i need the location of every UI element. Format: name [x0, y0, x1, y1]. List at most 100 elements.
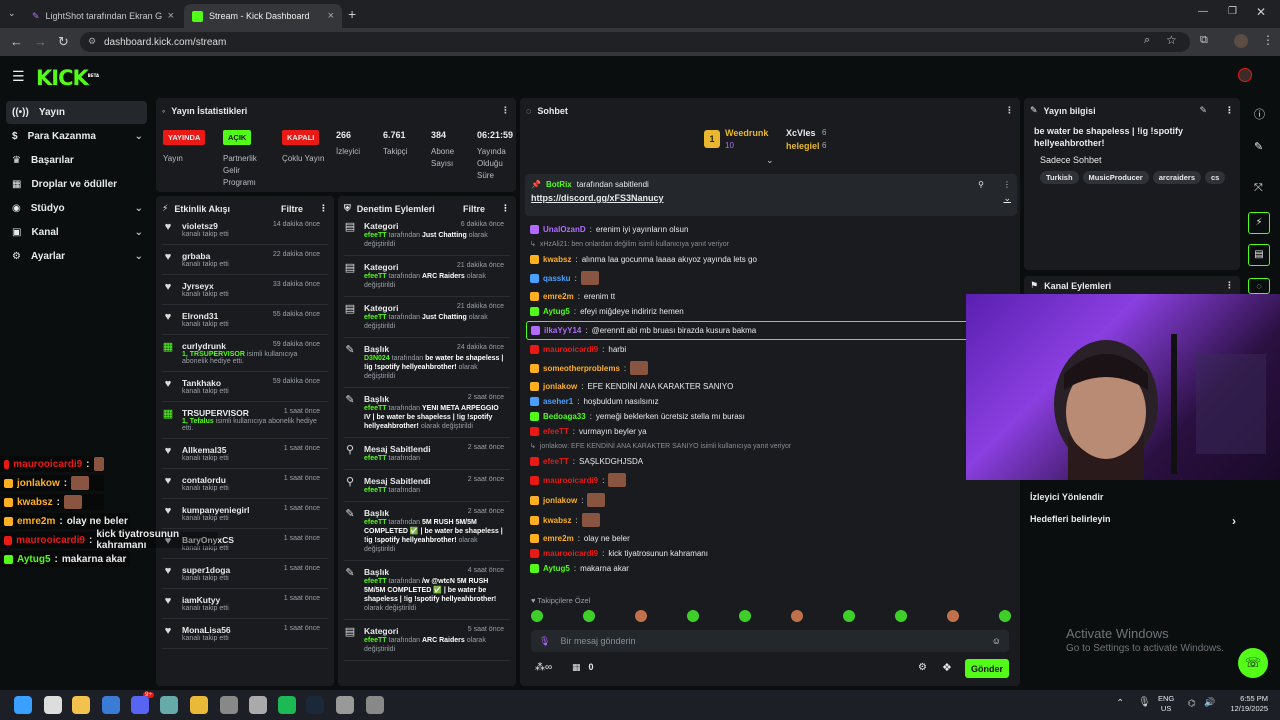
- tab-kick-dashboard[interactable]: Stream - Kick Dashboard ×: [184, 4, 342, 28]
- forward-icon[interactable]: →: [34, 34, 47, 49]
- emote-icon[interactable]: [531, 610, 543, 622]
- emoji-icon[interactable]: ☺: [992, 636, 1001, 646]
- activity-user[interactable]: curlydrunk: [182, 341, 226, 351]
- discord-icon[interactable]: [131, 696, 149, 714]
- chat-message[interactable]: kwabsz:: [520, 513, 970, 527]
- chat-message[interactable]: jonlakow:: [520, 493, 970, 507]
- chat-message[interactable]: aseher1: hoşbuldum nasılsınız: [520, 396, 970, 407]
- app-icon[interactable]: [249, 696, 267, 714]
- obs-icon[interactable]: [366, 696, 384, 714]
- activity-user[interactable]: contalordu: [182, 475, 226, 485]
- chat-username[interactable]: Aytug5: [543, 306, 570, 317]
- chat-message[interactable]: UnalOzanD: erenim iyi yayınların olsun: [520, 224, 970, 235]
- chat-message[interactable]: Aytug5: efeyi miğdeye indiririz hemen: [520, 306, 970, 317]
- support-chat-icon[interactable]: ☏: [1238, 648, 1268, 678]
- user-avatar[interactable]: [1238, 68, 1252, 82]
- language-indicator[interactable]: ENG US: [1158, 694, 1174, 714]
- chat-settings-icon[interactable]: ⚙: [918, 662, 927, 673]
- filter-button[interactable]: Filtre: [281, 204, 303, 214]
- chat-message[interactable]: emre2m: erenim tt: [520, 291, 970, 302]
- chat-message[interactable]: Aytug5: makarna akar: [520, 563, 970, 574]
- tab-search-icon[interactable]: ⌄: [8, 8, 16, 19]
- chat-username[interactable]: kwabsz: [543, 254, 571, 265]
- lightning-icon[interactable]: ⚡: [1248, 212, 1270, 234]
- sidebar-item-kanal[interactable]: ▣ Kanal ⌄: [6, 221, 147, 244]
- emote-icon[interactable]: [895, 610, 907, 622]
- chat-message[interactable]: maurooicardi9:: [520, 473, 970, 487]
- clock[interactable]: 6:55 PM 12/19/2025: [1222, 694, 1268, 714]
- store-icon[interactable]: [102, 696, 120, 714]
- edit-icon[interactable]: ✎: [1199, 105, 1207, 116]
- chat-username[interactable]: qassku: [543, 273, 571, 284]
- raid-targets-link[interactable]: Hedefleri belirleyin ›: [1030, 514, 1236, 528]
- collapse-icon[interactable]: ⌄: [766, 155, 774, 166]
- volume-icon[interactable]: 🔊: [1204, 697, 1215, 708]
- settings-icon[interactable]: [336, 696, 354, 714]
- emote-icon[interactable]: [635, 610, 647, 622]
- chat-message[interactable]: emre2m: olay ne beler: [520, 533, 970, 544]
- activity-user[interactable]: grbaba: [182, 251, 210, 261]
- more-icon[interactable]: ⋮: [1003, 180, 1011, 189]
- emote-icon[interactable]: [843, 610, 855, 622]
- activity-user[interactable]: violetsz9: [182, 221, 218, 231]
- chat-bubble-icon[interactable]: ◌: [1248, 278, 1270, 294]
- chat-username[interactable]: Aytug5: [543, 563, 570, 574]
- windows-start-icon[interactable]: [14, 696, 32, 714]
- activity-user[interactable]: iamKutyy: [182, 595, 220, 605]
- chat-message[interactable]: maurooicardi9: harbi: [520, 344, 970, 355]
- tray-chevron-icon[interactable]: ⌃: [1116, 698, 1124, 709]
- minimize-icon[interactable]: —: [1198, 6, 1208, 17]
- chrome-icon[interactable]: [190, 696, 208, 714]
- chat-message[interactable]: qassku:: [520, 271, 970, 285]
- activity-user[interactable]: Tankhako: [182, 378, 221, 388]
- search-icon[interactable]: [44, 696, 62, 714]
- chat-username[interactable]: efeeTT: [543, 456, 569, 467]
- expand-icon[interactable]: ⤧: [1254, 182, 1263, 195]
- kick-logo[interactable]: KICKBETA: [36, 66, 99, 90]
- document-icon[interactable]: ▤: [1248, 244, 1270, 266]
- send-button[interactable]: Gönder: [965, 659, 1009, 678]
- more-icon[interactable]: ⋮: [501, 105, 510, 116]
- chat-input[interactable]: 🎙 Bir mesaj gönderin ☺: [531, 630, 1009, 652]
- chat-message[interactable]: efeeTT: SAŞLKDGHJSDA: [520, 456, 970, 467]
- chat-message[interactable]: efeeTT: vurmayın beyler ya: [520, 426, 970, 437]
- emote-icon[interactable]: [999, 610, 1011, 622]
- top-user-3[interactable]: helegiel: [786, 141, 820, 151]
- top-user-1[interactable]: Weedrunk: [725, 128, 768, 138]
- chat-message[interactable]: Bedoaga33: yemeği beklerken ücretsiz stel…: [520, 411, 970, 422]
- chat-username[interactable]: maurooicardi9: [543, 548, 598, 559]
- unpin-icon[interactable]: ⚲: [978, 180, 984, 189]
- zoom-icon[interactable]: ⌕: [1144, 34, 1150, 47]
- activity-user[interactable]: super1doga: [182, 565, 230, 575]
- activity-user[interactable]: Elrond31: [182, 311, 218, 321]
- tag-chip[interactable]: MusicProducer: [1082, 171, 1149, 184]
- close-icon[interactable]: ×: [168, 10, 174, 22]
- chat-message[interactable]: maurooicardi9: kick tiyatrosunun kahraman…: [520, 548, 970, 559]
- bookmark-star-icon[interactable]: ☆: [1166, 33, 1177, 47]
- emote-icon[interactable]: [687, 610, 699, 622]
- more-icon[interactable]: ⋮: [1225, 105, 1234, 116]
- back-icon[interactable]: ←: [10, 34, 23, 49]
- sidebar-item-ayarlar[interactable]: ⚙ Ayarlar ⌄: [6, 245, 147, 268]
- sidebar-item-droplar[interactable]: ▦ Droplar ve ödüller: [6, 173, 147, 196]
- tag-chip[interactable]: Turkish: [1040, 171, 1079, 184]
- filter-button[interactable]: Filtre: [463, 204, 485, 214]
- activity-user[interactable]: TRSUPERVISOR: [182, 408, 249, 418]
- extensions-icon[interactable]: ⧉: [1200, 34, 1208, 47]
- mic-tray-icon[interactable]: 🎙: [1138, 697, 1151, 708]
- chat-username[interactable]: aseher1: [543, 396, 573, 407]
- spotify-icon[interactable]: [278, 696, 296, 714]
- sidebar-item-yayin[interactable]: ((•)) Yayın: [6, 101, 147, 124]
- sidebar-item-para-kazanma[interactable]: $ Para Kazanma ⌄: [6, 125, 147, 148]
- tag-chip[interactable]: arcraiders: [1152, 171, 1202, 184]
- activity-user[interactable]: Jyrseyx: [182, 281, 214, 291]
- tab-lightshot[interactable]: ✎ LightShot tarafından Ekran Görü ×: [24, 4, 182, 28]
- emote-icon[interactable]: [739, 610, 751, 622]
- hamburger-menu-icon[interactable]: ☰: [12, 68, 25, 85]
- chat-username[interactable]: jonlakow: [543, 495, 577, 506]
- chat-username[interactable]: UnalOzanD: [543, 224, 586, 235]
- chat-message[interactable]: ilkaYyY14: @erenntt abi mb bruası birazda…: [526, 321, 970, 340]
- chat-message[interactable]: jonlakow: EFE KENDİNİ ANA KARAKTER SANIYO: [520, 381, 970, 392]
- steam-icon[interactable]: [306, 696, 324, 714]
- emote-icon[interactable]: [947, 610, 959, 622]
